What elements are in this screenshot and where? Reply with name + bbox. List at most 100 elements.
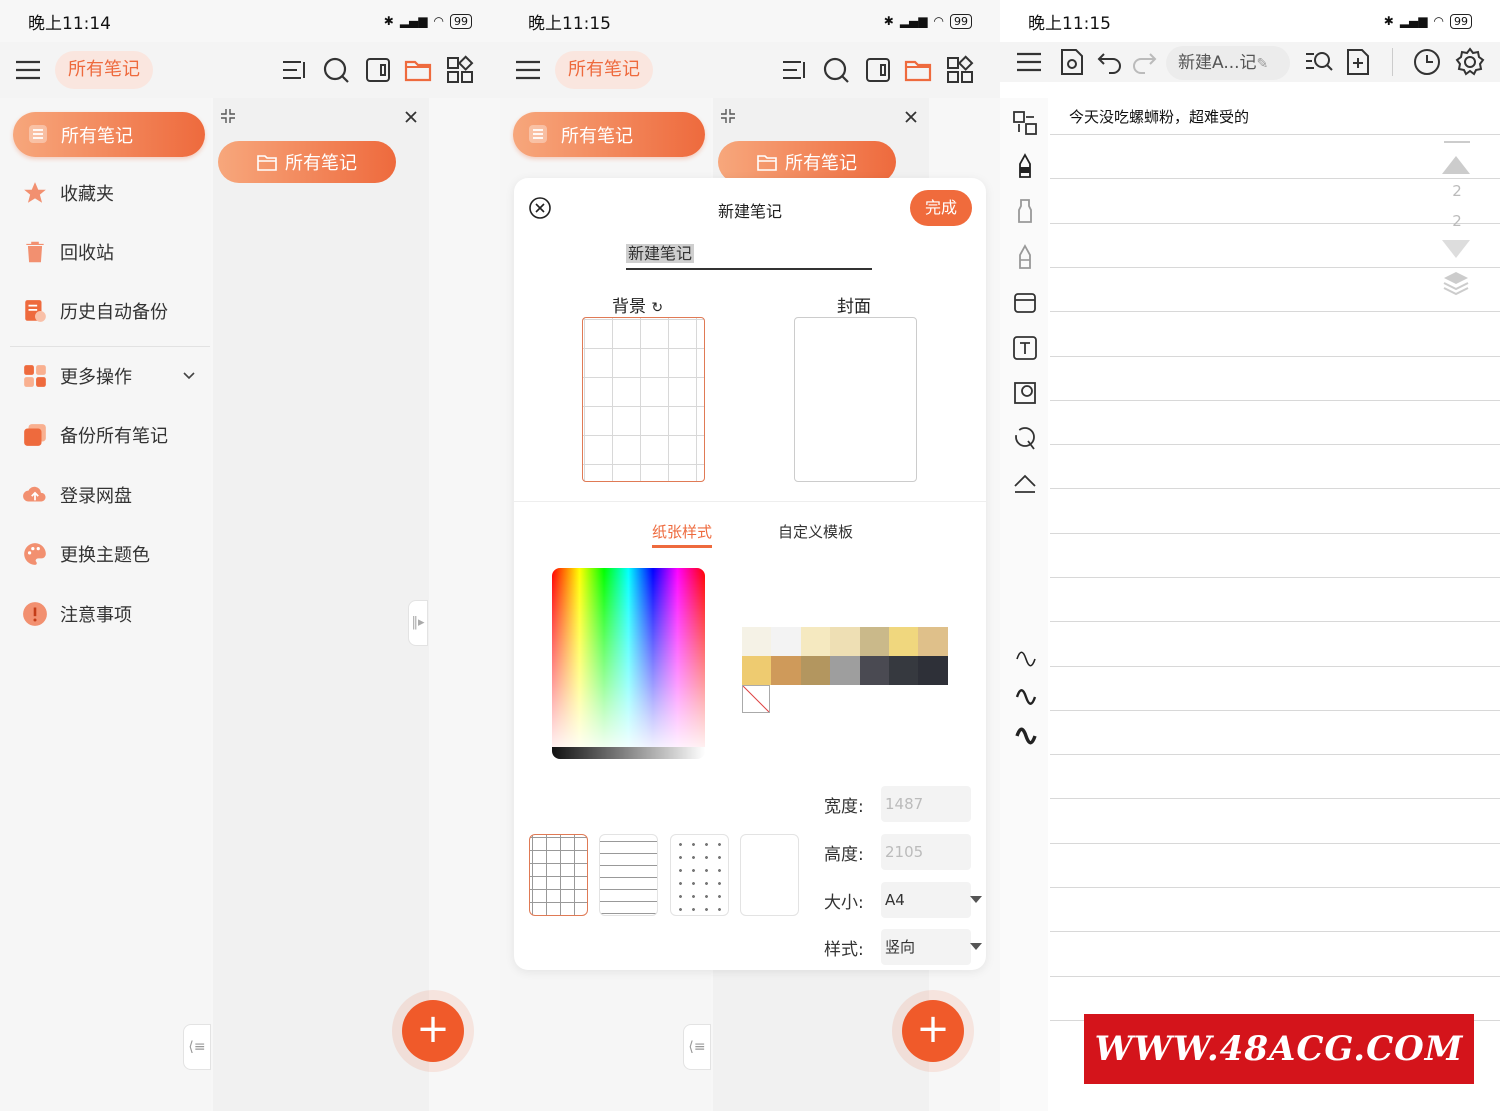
find-icon[interactable] [1304,48,1334,76]
no-color-swatch[interactable] [742,685,770,713]
sidebar-item-trash[interactable]: 回收站 [22,239,114,265]
folder-all-notes[interactable]: 所有笔记 [718,141,896,183]
grid-icon[interactable] [444,54,476,86]
folder-icon[interactable] [902,54,934,86]
color-swatch[interactable] [888,656,919,685]
color-swatch[interactable] [742,656,772,685]
color-swatch[interactable] [771,656,801,685]
color-swatch[interactable] [771,627,801,656]
settings-icon[interactable] [1455,47,1485,77]
menu-icon[interactable] [1014,47,1044,77]
done-button[interactable]: 完成 [910,190,972,226]
redo-icon[interactable] [1130,48,1158,76]
color-swatch[interactable] [859,656,889,685]
wifi-icon: ◠ [933,14,944,28]
paper-grid-option[interactable] [529,834,588,916]
color-swatch[interactable] [918,627,948,656]
battery-icon: 99 [1450,13,1472,29]
grid-icon[interactable] [944,54,976,86]
folder-all-notes[interactable]: 所有笔记 [218,141,396,183]
chevron-down-icon[interactable] [182,369,196,383]
sidebar-item-cloud-login[interactable]: 登录网盘 [22,482,132,508]
note-content-text[interactable]: 今天没吃螺蛳粉，超难受的 [1069,106,1249,127]
preview-icon[interactable] [1058,47,1086,77]
background-preview[interactable] [582,317,705,482]
size-dropdown-icon[interactable] [970,896,982,903]
history-icon[interactable] [1412,47,1442,77]
stroke-thin-icon[interactable] [1013,643,1039,669]
eraser-icon[interactable] [1012,290,1038,316]
color-swatch[interactable] [800,627,831,656]
image-tool-icon[interactable] [1012,380,1038,406]
refresh-icon[interactable]: ↻ [651,300,663,316]
pencil-icon[interactable] [1012,244,1038,270]
color-swatch[interactable] [742,627,772,656]
menu-icon[interactable] [512,54,544,86]
color-swatch[interactable] [859,627,889,656]
color-swatch[interactable] [800,656,831,685]
search-icon[interactable] [320,54,352,86]
sort-icon[interactable] [778,54,810,86]
color-swatch[interactable] [918,656,948,685]
tab-custom-template[interactable]: 自定义模板 [778,521,853,542]
close-icon[interactable] [904,110,918,124]
signal-icon: ▂▄▆ [399,14,428,28]
stroke-thick-icon[interactable] [1013,720,1039,746]
menu-icon[interactable] [12,54,44,86]
color-swatch[interactable] [888,627,919,656]
sidebar-item-all-notes[interactable]: 所有笔记 [13,112,205,157]
grayscale-slider[interactable] [552,747,705,759]
color-spectrum-picker[interactable] [552,568,705,759]
status-time: 晚上11:15 [1028,13,1111,34]
sort-icon[interactable] [278,54,310,86]
stroke-medium-icon[interactable] [1013,681,1039,707]
cover-preview[interactable] [794,317,917,482]
sidebar-item-all-notes[interactable]: 所有笔记 [513,112,705,157]
style-dropdown-icon[interactable] [970,943,982,950]
tab-paper-style[interactable]: 纸张样式 [652,521,712,542]
marker-icon[interactable] [1012,198,1038,224]
sidebar-item-more-actions[interactable]: 更多操作 [22,363,196,389]
shape-tool-icon[interactable] [1012,470,1038,496]
layers-icon[interactable] [1441,268,1471,298]
collapse-sidebar-button[interactable]: ⟨≡ [683,1024,711,1070]
add-note-button[interactable]: + [402,1000,464,1062]
all-notes-pill[interactable]: 所有笔记 [555,51,653,89]
sidebar-item-backup-history[interactable]: 历史自动备份 [22,298,168,324]
undo-icon[interactable] [1096,48,1124,76]
layout-icon[interactable] [1012,110,1038,136]
page-down-icon[interactable] [1442,240,1470,258]
collapse-sidebar-button[interactable]: ⟨≡ [183,1024,211,1070]
color-swatch[interactable] [830,656,860,685]
size-select[interactable]: A4 [881,882,971,918]
sidebar-item-notice[interactable]: 注意事项 [22,601,132,627]
notebook-icon[interactable] [362,54,394,86]
color-swatch[interactable] [830,627,860,656]
folder-icon[interactable] [402,54,434,86]
style-select[interactable]: 竖向 [881,929,971,965]
lasso-icon[interactable] [1012,425,1038,451]
text-tool-icon[interactable] [1012,335,1038,361]
note-title-field[interactable]: 新建A...记✎ [1166,46,1290,80]
all-notes-pill[interactable]: 所有笔记 [55,51,153,89]
width-field[interactable]: 1487 [881,786,971,822]
paper-dotted-option[interactable] [670,834,729,916]
more-actions-icon [24,365,46,387]
paper-lined-option[interactable] [599,834,658,916]
height-field[interactable]: 2105 [881,834,971,870]
paper-blank-option[interactable] [740,834,799,916]
search-icon[interactable] [820,54,852,86]
resize-handle[interactable]: ‖▸ [408,600,428,646]
close-icon[interactable] [404,110,418,124]
notebook-icon[interactable] [862,54,894,86]
collapse-icon[interactable] [220,108,236,124]
sidebar-item-theme[interactable]: 更换主题色 [22,541,150,567]
add-note-button[interactable]: + [902,1000,964,1062]
collapse-icon[interactable] [720,108,736,124]
add-page-icon[interactable] [1344,47,1372,77]
fountain-pen-icon[interactable] [1012,153,1038,179]
sidebar-item-favorites[interactable]: 收藏夹 [22,180,114,206]
sidebar-item-backup-all[interactable]: 备份所有笔记 [22,422,168,448]
page-up-icon[interactable] [1442,156,1470,174]
note-name-input[interactable]: 新建笔记 [626,240,872,270]
